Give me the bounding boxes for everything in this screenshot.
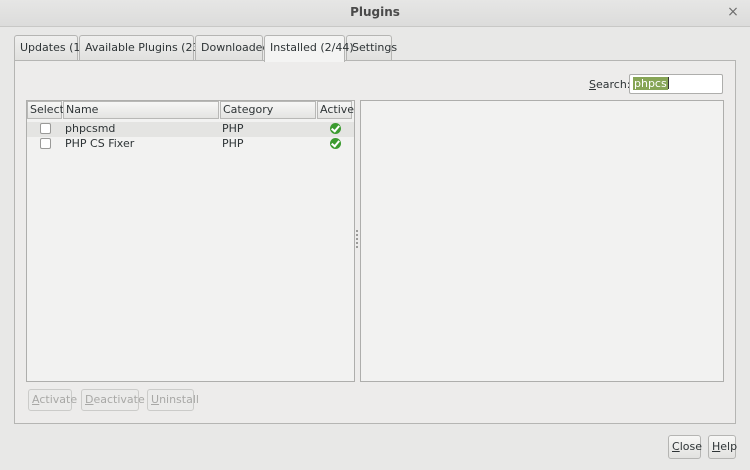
table-row[interactable]: phpcsmd PHP [27,122,354,137]
deactivate-button[interactable]: Deactivate [81,389,145,411]
plugin-category: PHP [222,137,244,150]
tab-available-plugins[interactable]: Available Plugins (230) [79,35,211,61]
window-title: Plugins [350,5,400,19]
close-icon[interactable]: × [726,4,740,20]
title-bar: Plugins × [0,0,750,27]
plugins-table: Select Name Category Active phpcsmd PHP … [26,100,355,382]
uninstall-button[interactable]: Uninstall [147,389,199,411]
search-input-value: phpcs [633,77,668,90]
tab-downloaded[interactable]: Downloaded [195,35,269,61]
column-header-active[interactable]: Active [317,101,354,119]
splitter-handle[interactable] [356,230,359,250]
column-header-name[interactable]: Name [63,101,219,119]
help-button[interactable]: Help [708,435,737,459]
select-checkbox[interactable] [40,138,51,149]
plugin-name: phpcsmd [65,122,116,135]
plugin-details-pane [360,100,724,382]
search-input[interactable]: phpcs [629,74,723,94]
active-check-icon [330,138,341,149]
tab-updates[interactable]: Updates (1) [14,35,85,61]
column-header-select[interactable]: Select [27,101,64,119]
plugin-name: PHP CS Fixer [65,137,135,150]
active-check-icon [330,123,341,134]
column-header-category[interactable]: Category [220,101,316,119]
tab-installed[interactable]: Installed (2/44) [264,35,354,62]
close-button[interactable]: Close [668,435,702,459]
search-label: Search: [589,78,631,91]
table-row[interactable]: PHP CS Fixer PHP [27,137,354,152]
activate-button[interactable]: Activate [28,389,77,411]
plugin-category: PHP [222,122,244,135]
select-checkbox[interactable] [40,123,51,134]
